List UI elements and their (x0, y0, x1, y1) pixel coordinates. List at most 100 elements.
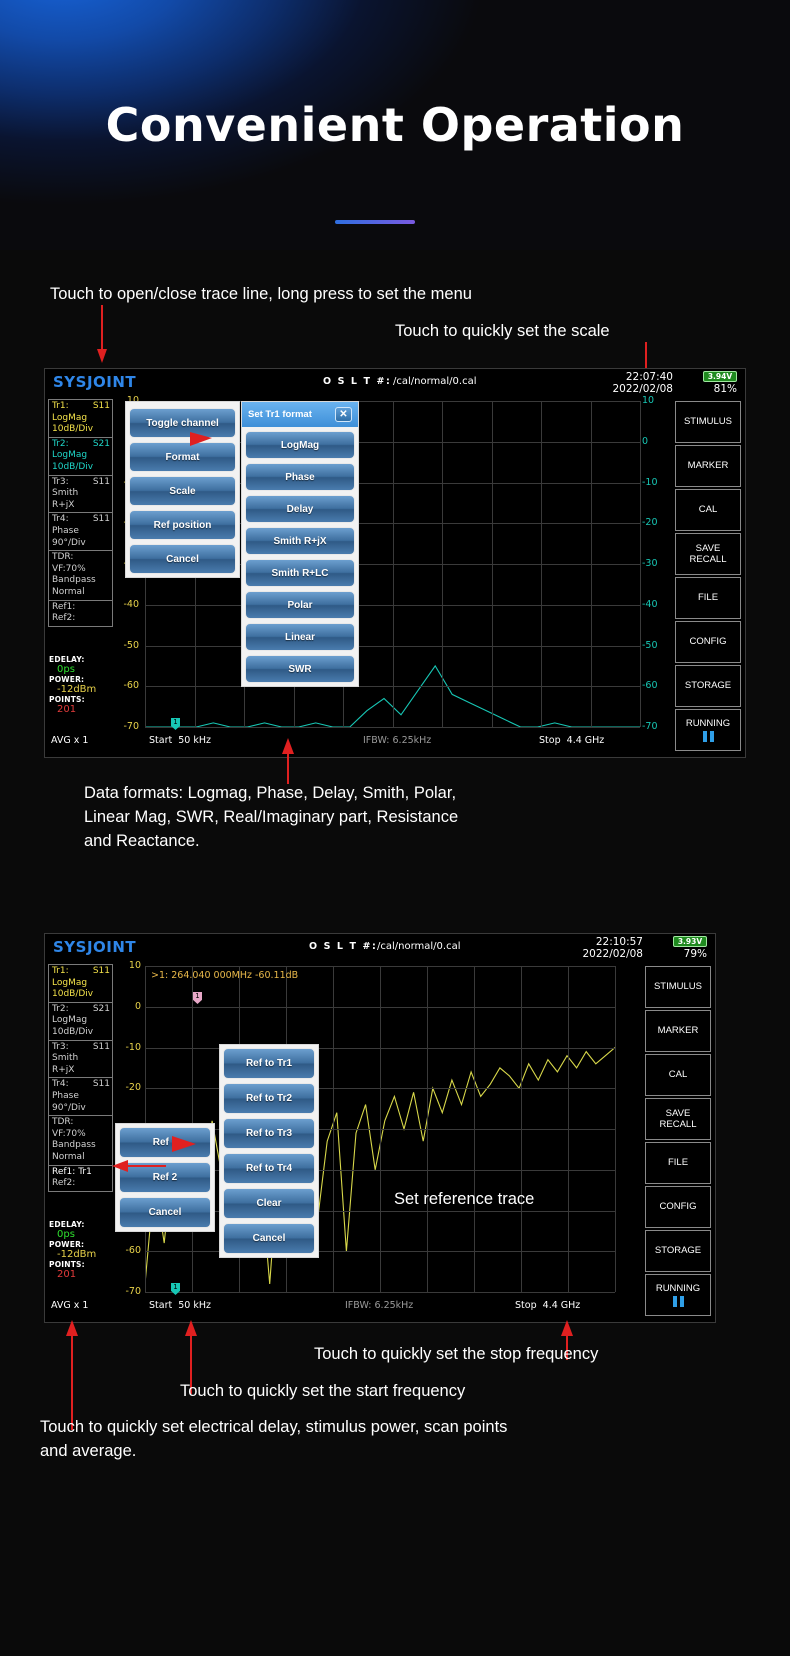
trace-row[interactable]: Tr4: S11 Phase 90°/Div (48, 513, 113, 552)
hardkey-stimulus[interactable]: STIMULUS (645, 966, 711, 1008)
hardkey-file[interactable]: FILE (675, 577, 741, 619)
hardkey-cal[interactable]: CAL (645, 1054, 711, 1096)
menu-item-cancel[interactable]: Cancel (129, 544, 236, 574)
tdr-row[interactable]: TDR: VF:70% Bandpass Normal (48, 551, 113, 601)
stop-freq[interactable]: Stop 4.4 GHz (539, 735, 604, 746)
clock-date: 2022/02/08 (612, 383, 673, 396)
ref-to-menu[interactable]: Ref to Tr1 Ref to Tr2 Ref to Tr3 Ref to … (219, 1044, 319, 1258)
y-axis-tick[interactable]: -60 (642, 680, 666, 691)
tdr-window: Bandpass (52, 1140, 96, 1151)
gridline-vertical (474, 966, 475, 1292)
y-axis-tick[interactable]: -20 (117, 1082, 141, 1093)
menu-item-ref-position[interactable]: Ref position (129, 510, 236, 540)
format-option-phase[interactable]: Phase (245, 463, 355, 491)
y-axis-tick[interactable]: -50 (642, 640, 666, 651)
ref-row[interactable]: Ref1: Tr1 Ref2: (48, 1165, 113, 1192)
menu-item-ref-to-tr3[interactable]: Ref to Tr3 (223, 1118, 315, 1149)
y-axis-tick[interactable]: -40 (642, 599, 666, 610)
graph-area-2[interactable] (145, 966, 616, 1293)
gridline-vertical (393, 401, 394, 727)
y-axis-tick[interactable]: -20 (642, 517, 666, 528)
trace-row[interactable]: Tr3: S11 Smith R+jX (48, 475, 113, 514)
y-axis-tick[interactable]: -60 (115, 680, 139, 691)
y-axis-tick[interactable]: -50 (115, 640, 139, 651)
y-axis-tick[interactable]: -30 (642, 558, 666, 569)
trace-panel-1: Tr1: S11 LogMag 10dB/Div Tr2: S21 LogMag 1… (48, 399, 113, 627)
hardkey-stimulus[interactable]: STIMULUS (675, 401, 741, 443)
menu-item-clear[interactable]: Clear (223, 1188, 315, 1219)
hardkey-config[interactable]: CONFIG (675, 621, 741, 663)
y-axis-tick[interactable]: -70 (115, 721, 139, 732)
ref1-value: Tr1 (78, 1166, 92, 1177)
trace-row[interactable]: Tr3: S11 Smith R+jX (48, 1040, 113, 1079)
hardkey-save-recall[interactable]: SAVE RECALL (645, 1098, 711, 1140)
start-freq[interactable]: Start 50 kHz (149, 1300, 211, 1311)
tdr-mode: Normal (52, 586, 85, 597)
hardkey-storage[interactable]: STORAGE (645, 1230, 711, 1272)
format-option-smith-rjx[interactable]: Smith R+jX (245, 527, 355, 555)
y-axis-tick[interactable]: -40 (115, 599, 139, 610)
y-axis-tick[interactable]: -60 (117, 1245, 141, 1256)
format-option-smith-rlc[interactable]: Smith R+LC (245, 559, 355, 587)
start-freq[interactable]: Start 50 kHz (149, 735, 211, 746)
menu-item-cancel[interactable]: Cancel (223, 1223, 315, 1254)
format-option-swr[interactable]: SWR (245, 655, 355, 683)
y-axis-tick[interactable]: -10 (117, 1042, 141, 1053)
format-option-linear[interactable]: Linear (245, 623, 355, 651)
ref2-label: Ref2: (52, 1178, 76, 1189)
callout-trace-line: Touch to open/close trace line, long pre… (50, 285, 472, 303)
hardkey-file[interactable]: FILE (645, 1142, 711, 1184)
format-option-logmag[interactable]: LogMag (245, 431, 355, 459)
y-axis-tick[interactable]: -70 (642, 721, 666, 732)
trace-name: Tr2: (52, 1003, 69, 1014)
gridline-vertical (333, 966, 334, 1292)
menu-item-ref-to-tr4[interactable]: Ref to Tr4 (223, 1153, 315, 1184)
menu-item-scale[interactable]: Scale (129, 476, 236, 506)
marker-flag-icon[interactable]: 1 (171, 718, 180, 730)
hardkey-save-recall[interactable]: SAVE RECALL (675, 533, 741, 575)
stop-freq[interactable]: Stop 4.4 GHz (515, 1300, 580, 1311)
ref-row[interactable]: Ref1: Ref2: (48, 600, 113, 627)
format-option-polar[interactable]: Polar (245, 591, 355, 619)
y-axis-tick[interactable]: -70 (117, 1286, 141, 1297)
menu-item-cancel[interactable]: Cancel (119, 1197, 211, 1228)
trace-row[interactable]: Tr4: S11 Phase 90°/Div (48, 1078, 113, 1117)
y-axis-tick[interactable]: -10 (642, 477, 666, 488)
format-dialog[interactable]: Set Tr1 format ✕ LogMag Phase Delay Smit… (241, 401, 359, 687)
status-bar-2: AVG x 1 Start 50 kHz IFBW: 6.25kHz Stop … (45, 1300, 715, 1318)
marker-flag-icon[interactable]: 1 (171, 1283, 180, 1295)
tdr-row[interactable]: TDR: VF:70% Bandpass Normal (48, 1116, 113, 1166)
y-axis-tick[interactable]: 0 (117, 1001, 141, 1012)
hardkey-cal[interactable]: CAL (675, 489, 741, 531)
hardkey-marker[interactable]: MARKER (645, 1010, 711, 1052)
gridline-vertical (380, 966, 381, 1292)
close-icon[interactable]: ✕ (335, 407, 352, 422)
trace-scale: R+jX (52, 1064, 75, 1075)
menu-item-ref-to-tr2[interactable]: Ref to Tr2 (223, 1083, 315, 1114)
average-indicator[interactable]: AVG x 1 (51, 1300, 88, 1311)
system-values-2[interactable]: EDELAY: 0ps POWER: -12dBm POINTS: 201 (49, 1220, 96, 1280)
trace-row[interactable]: Tr1: S11 LogMag 10dB/Div (48, 964, 113, 1003)
trace-format: LogMag (52, 412, 88, 423)
hardkey-label: MARKER (657, 1025, 699, 1037)
system-values-1[interactable]: EDELAY: 0ps POWER: -12dBm POINTS: 201 (49, 655, 96, 715)
format-option-delay[interactable]: Delay (245, 495, 355, 523)
trace-scale: 10dB/Div (52, 1026, 94, 1037)
ref1-label: Ref1: (52, 601, 76, 612)
hero-banner: Convenient Operation (0, 0, 790, 250)
hardkey-label: CAL (668, 1069, 688, 1081)
hardkey-marker[interactable]: MARKER (675, 445, 741, 487)
y-axis-tick[interactable]: 10 (117, 960, 141, 971)
y-axis-tick[interactable]: 10 (642, 395, 666, 406)
arrow-to-trace-panel (97, 305, 107, 363)
hardkey-label: RUNNING (655, 1282, 701, 1294)
trace-row[interactable]: Tr2: S21 LogMag 10dB/Div (48, 437, 113, 476)
marker-readout[interactable]: >1: 264.040 000MHz -60.11dB (151, 970, 298, 981)
trace-row[interactable]: Tr1: S11 LogMag 10dB/Div (48, 399, 113, 438)
menu-item-ref-to-tr1[interactable]: Ref to Tr1 (223, 1048, 315, 1079)
trace-scale: R+jX (52, 499, 75, 510)
trace-row[interactable]: Tr2: S21 LogMag 10dB/Div (48, 1002, 113, 1041)
average-indicator[interactable]: AVG x 1 (51, 735, 88, 746)
hardkey-storage[interactable]: STORAGE (675, 665, 741, 707)
y-axis-tick[interactable]: 0 (642, 436, 666, 447)
